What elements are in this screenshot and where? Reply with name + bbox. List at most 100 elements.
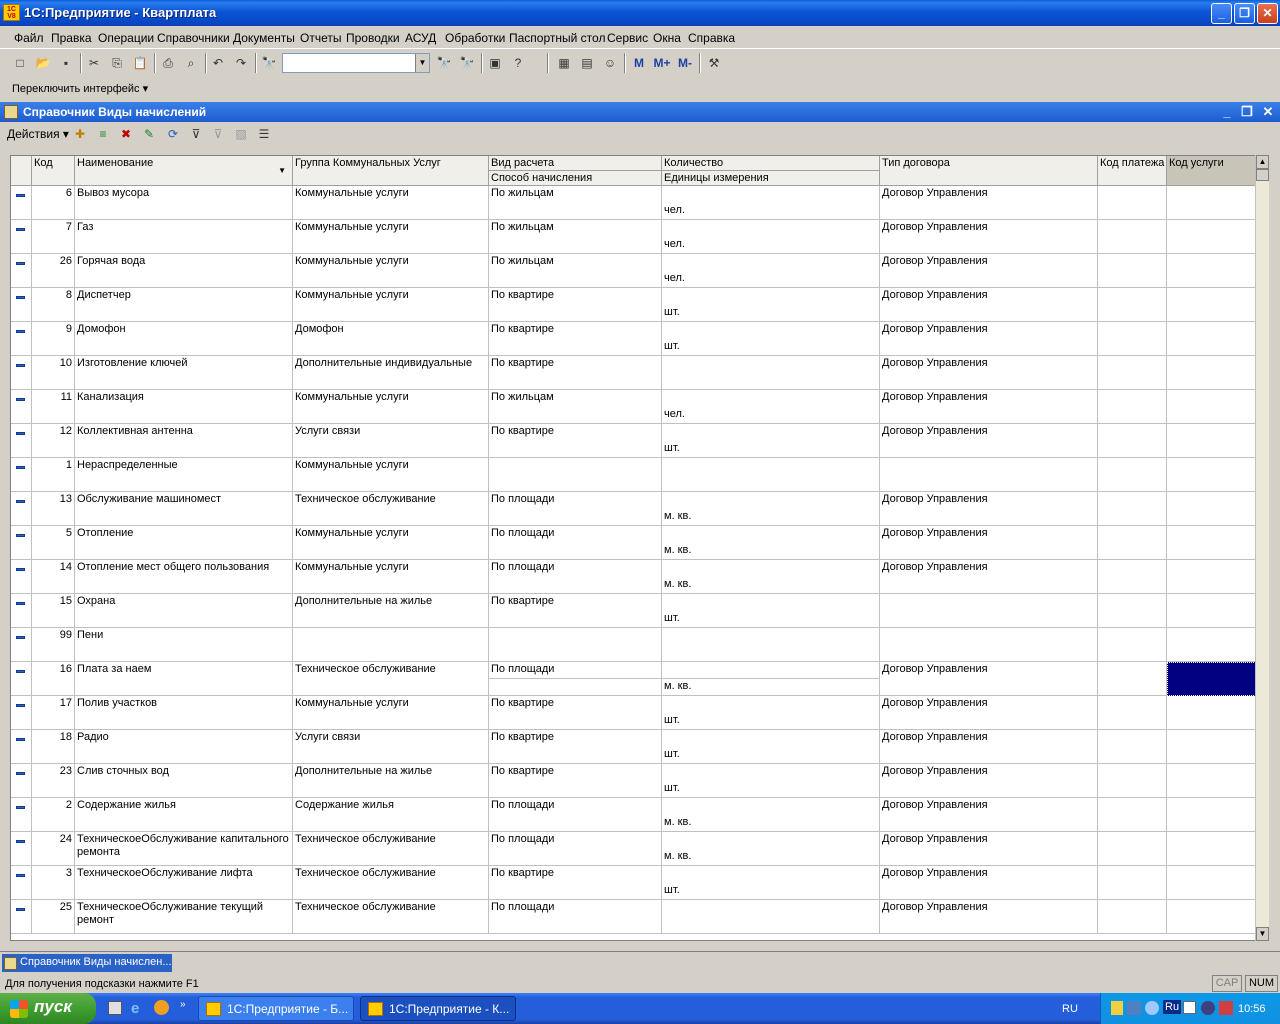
cell-code[interactable]: 99 — [32, 628, 75, 662]
cell-calc-type[interactable]: По площади — [489, 492, 662, 526]
cell-group[interactable]: Дополнительные индивидуальные — [293, 356, 489, 390]
cell-units[interactable]: шт. — [662, 764, 880, 798]
cell-contract[interactable]: Договор Управления — [880, 390, 1098, 424]
table-row[interactable]: 26 Горячая вода Коммунальные услуги По жиль… — [11, 254, 1256, 288]
cell-pay-code[interactable] — [1098, 628, 1167, 662]
scroll-up-arrow[interactable]: ▲ — [1256, 155, 1269, 169]
cell-calc-type[interactable]: По площади — [489, 832, 662, 866]
redo-icon[interactable]: ↷ — [231, 53, 251, 73]
cell-pay-code[interactable] — [1098, 730, 1167, 764]
cell-service-code[interactable] — [1167, 696, 1256, 730]
chevron-down-icon[interactable]: ▼ — [415, 54, 429, 72]
cell-code[interactable]: 23 — [32, 764, 75, 798]
cell-service-code[interactable] — [1167, 662, 1256, 696]
cell-calc-type[interactable]: По квартире — [489, 356, 662, 390]
cell-contract[interactable] — [880, 594, 1098, 628]
cell-calc-type[interactable]: По квартире — [489, 730, 662, 764]
cell-contract[interactable]: Договор Управления — [880, 866, 1098, 900]
cell-code[interactable]: 2 — [32, 798, 75, 832]
cell-name[interactable]: Слив сточных вод — [75, 764, 293, 798]
table-row[interactable]: 99 Пени — [11, 628, 1256, 662]
menu-edit[interactable]: Правка — [51, 31, 92, 45]
table-row[interactable]: 5 Отопление Коммунальные услуги По площади м… — [11, 526, 1256, 560]
print-icon[interactable]: ⎙ — [158, 53, 178, 73]
cell-pay-code[interactable] — [1098, 390, 1167, 424]
cell-service-code[interactable] — [1167, 798, 1256, 832]
table-row[interactable]: 11 Канализация Коммунальные услуги По жильц… — [11, 390, 1256, 424]
table-row[interactable]: 15 Охрана Дополнительные на жилье По кварти… — [11, 594, 1256, 628]
cell-calc-type[interactable]: По жильцам — [489, 390, 662, 424]
cell-service-code[interactable] — [1167, 866, 1256, 900]
minimize-button[interactable]: _ — [1211, 3, 1232, 24]
table-row[interactable]: 23 Слив сточных вод Дополнительные на жиль… — [11, 764, 1256, 798]
find-prev-icon[interactable]: 🔭 — [457, 53, 477, 73]
table-row[interactable]: 7 Газ Коммунальные услуги По жильцам чел. Дог… — [11, 220, 1256, 254]
actions-menu-button[interactable]: Действия ▾ — [7, 127, 69, 141]
scroll-down-arrow[interactable]: ▼ — [1256, 927, 1269, 941]
cell-units[interactable]: чел. — [662, 390, 880, 424]
doc-minimize-button[interactable]: _ — [1219, 103, 1235, 121]
cell-name[interactable]: Изготовление ключей — [75, 356, 293, 390]
table-row[interactable]: 1 Нераспределенные Коммунальные услуги — [11, 458, 1256, 492]
cell-calc-type[interactable]: По квартире — [489, 594, 662, 628]
cell-calc-type[interactable]: По квартире — [489, 866, 662, 900]
cell-pay-code[interactable] — [1098, 764, 1167, 798]
cell-name[interactable]: ТехническоеОбслуживание капитального рем… — [75, 832, 293, 866]
tools-icon[interactable]: ⚒ — [704, 53, 724, 73]
cell-pay-code[interactable] — [1098, 186, 1167, 220]
cell-pay-code[interactable] — [1098, 356, 1167, 390]
table-row[interactable]: 24 ТехническоеОбслуживание капитального р… — [11, 832, 1256, 866]
hierarchy-icon[interactable]: ▧ — [231, 124, 251, 144]
cell-pay-code[interactable] — [1098, 798, 1167, 832]
cell-name[interactable]: Домофон — [75, 322, 293, 356]
find-next-icon[interactable]: 🔭 — [434, 53, 454, 73]
cell-calc-type[interactable]: По квартире — [489, 424, 662, 458]
cell-units[interactable]: шт. — [662, 866, 880, 900]
cell-code[interactable]: 5 — [32, 526, 75, 560]
cell-units[interactable] — [662, 628, 880, 662]
cell-code[interactable]: 10 — [32, 356, 75, 390]
cell-calc-type[interactable]: По жильцам — [489, 254, 662, 288]
cell-service-code[interactable] — [1167, 356, 1256, 390]
cell-contract[interactable]: Договор Управления — [880, 288, 1098, 322]
header-calc-type[interactable]: Вид расчета — [489, 156, 662, 171]
cell-pay-code[interactable] — [1098, 424, 1167, 458]
cell-name[interactable]: Газ — [75, 220, 293, 254]
table-row[interactable]: 9 Домофон Домофон По квартире шт. Договор Упр… — [11, 322, 1256, 356]
cell-code[interactable]: 17 — [32, 696, 75, 730]
menu-references[interactable]: Справочники — [157, 31, 230, 45]
menu-processing[interactable]: Обработки — [445, 31, 505, 45]
add-item-icon[interactable]: ✚ — [70, 124, 90, 144]
cell-group[interactable]: Коммунальные услуги — [293, 186, 489, 220]
header-calc-method[interactable]: Способ начисления — [489, 171, 662, 186]
user-icon[interactable]: ☺ — [600, 53, 620, 73]
tray-window-icon[interactable] — [1183, 1001, 1196, 1014]
cell-contract[interactable]: Договор Управления — [880, 798, 1098, 832]
vertical-scrollbar[interactable]: ▲ ▼ — [1255, 155, 1269, 941]
menu-windows[interactable]: Окна — [653, 31, 681, 45]
help-icon[interactable]: ? — [508, 53, 528, 73]
maximize-button[interactable]: ❐ — [1234, 3, 1255, 24]
cell-code[interactable]: 12 — [32, 424, 75, 458]
cell-code[interactable]: 14 — [32, 560, 75, 594]
filter-icon[interactable]: ⊽ — [186, 124, 206, 144]
cell-group[interactable]: Коммунальные услуги — [293, 458, 489, 492]
cell-pay-code[interactable] — [1098, 458, 1167, 492]
taskbar-task-2[interactable]: 1С:Предприятие - К... — [360, 996, 516, 1021]
cell-calc-type[interactable]: По площади — [489, 798, 662, 832]
cell-contract[interactable]: Договор Управления — [880, 764, 1098, 798]
media-player-icon[interactable] — [154, 1000, 169, 1015]
search-combo[interactable]: ▼ — [282, 53, 430, 73]
cell-group[interactable]: Услуги связи — [293, 424, 489, 458]
cell-units[interactable]: шт. — [662, 424, 880, 458]
cell-code[interactable]: 8 — [32, 288, 75, 322]
cell-calc-type[interactable]: По квартире — [489, 696, 662, 730]
list-view-icon[interactable]: ☰ — [254, 124, 274, 144]
cell-units[interactable]: чел. — [662, 254, 880, 288]
menu-asud[interactable]: АСУД — [405, 31, 436, 45]
cell-calc-type[interactable]: По площади — [489, 560, 662, 594]
cell-contract[interactable]: Договор Управления — [880, 662, 1098, 696]
cell-group[interactable]: Техническое обслуживание — [293, 900, 489, 934]
cell-code[interactable]: 25 — [32, 900, 75, 934]
cell-name[interactable]: Отопление — [75, 526, 293, 560]
